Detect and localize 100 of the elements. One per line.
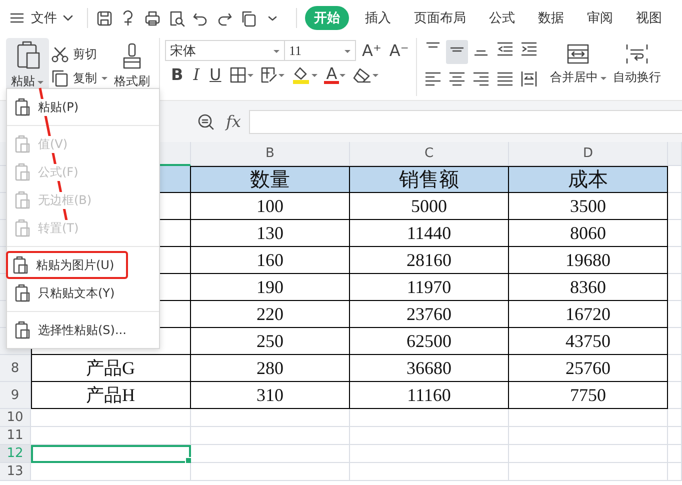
ribbon-tab[interactable]: 数据: [538, 6, 564, 30]
font-field[interactable]: 宋体: [165, 40, 285, 61]
table-cell: 19680: [509, 247, 668, 274]
indent-icon[interactable]: [520, 40, 538, 58]
align-left-icon[interactable]: [424, 70, 442, 88]
row-number[interactable]: 10: [0, 409, 31, 427]
menu-item[interactable]: 选择性粘贴(S)...: [8, 316, 156, 344]
grow-font-button[interactable]: A⁺: [360, 40, 384, 60]
table-cell: 28160: [350, 247, 509, 274]
menu-item[interactable]: 只粘贴文本(Y): [8, 279, 156, 307]
table-cell: 25760: [509, 355, 668, 382]
magnifier-icon[interactable]: [197, 112, 215, 130]
table-cell: 11160: [350, 382, 509, 409]
grid-cell: [668, 193, 682, 220]
clipboard-icon: [14, 40, 40, 70]
outdent-icon[interactable]: [496, 40, 514, 58]
menu-item[interactable]: 粘贴为图片(U): [6, 251, 128, 279]
caret-icon: [101, 74, 108, 82]
table-header-cell: 数量: [191, 166, 350, 193]
column-header[interactable]: D: [509, 142, 668, 166]
table-header-cell: 成本: [509, 166, 668, 193]
table-cell: 36680: [350, 355, 509, 382]
fill-handle[interactable]: [185, 457, 192, 464]
underline-button[interactable]: U: [208, 65, 224, 85]
print-preview-icon[interactable]: [168, 10, 185, 26]
grid-cell: [668, 355, 682, 382]
table-cell: 250: [191, 328, 350, 355]
table-header-cell: 销售额: [350, 166, 509, 193]
borders-icon[interactable]: [229, 66, 248, 84]
table-cell: 43750: [509, 328, 668, 355]
grid-cell: [668, 463, 682, 481]
grid-cell: [668, 301, 682, 328]
ribbon-tab[interactable]: 审阅: [587, 6, 613, 30]
formula-input-field[interactable]: [248, 110, 682, 134]
wrap-text-button[interactable]: 自动换行: [610, 38, 661, 86]
justify-icon[interactable]: [496, 70, 514, 88]
column-header[interactable]: B: [191, 142, 350, 166]
font-size-field[interactable]: 11: [284, 40, 356, 61]
caret-icon: [247, 71, 254, 79]
table-cell: 11440: [350, 220, 509, 247]
bold-button[interactable]: B: [169, 65, 186, 85]
paintbrush-icon: [121, 42, 143, 70]
clipboard-icon: [14, 135, 30, 153]
merge-center-button[interactable]: 合并居中: [546, 38, 611, 86]
column-header[interactable]: C: [350, 142, 509, 166]
grid-cell: [668, 382, 682, 409]
table-cell: 8360: [509, 274, 668, 301]
caret-icon: [278, 71, 286, 79]
row-number[interactable]: 9: [0, 382, 31, 409]
format-painter-button[interactable]: 格式刷: [110, 38, 154, 90]
table-cell: 220: [191, 301, 350, 328]
table-cell: 16720: [509, 301, 668, 328]
function-button[interactable]: fx: [226, 112, 241, 131]
menu-icon[interactable]: [10, 12, 24, 24]
cell-style-icon[interactable]: [260, 66, 278, 84]
clipboard-icon: [14, 321, 30, 339]
caret-icon: [339, 71, 346, 79]
eraser-icon[interactable]: [352, 66, 372, 84]
table-cell: 280: [191, 355, 350, 382]
ribbon-tab[interactable]: 公式: [489, 6, 515, 30]
row-number[interactable]: 11: [0, 427, 31, 445]
shrink-font-button[interactable]: A⁻: [387, 40, 411, 60]
table-cell: 160: [191, 247, 350, 274]
row-number[interactable]: 8: [0, 355, 31, 382]
distribute-icon[interactable]: [520, 70, 538, 88]
grid-cell: [668, 166, 682, 193]
font-color-button[interactable]: A: [324, 66, 340, 84]
grid-cell: [668, 445, 682, 463]
file-menu[interactable]: 文件: [31, 9, 57, 27]
copy-icon[interactable]: [240, 10, 257, 26]
table-cell: 310: [191, 382, 350, 409]
copy-button[interactable]: 复制: [51, 69, 108, 87]
table-cell: 23760: [350, 301, 509, 328]
table-cell: 62500: [350, 328, 509, 355]
grid-cell: [668, 328, 682, 355]
table-cell: 5000: [350, 193, 509, 220]
chevron-icon[interactable]: [63, 14, 73, 22]
row-number[interactable]: 13: [0, 463, 31, 481]
grid-cell: [668, 247, 682, 274]
grid-cell: [668, 274, 682, 301]
table-cell: 11970: [350, 274, 509, 301]
table-cell: 8060: [509, 220, 668, 247]
paste-button[interactable]: 粘贴: [6, 38, 49, 90]
scissors-icon: [51, 46, 69, 62]
print-icon[interactable]: [144, 10, 161, 26]
ribbon-tab[interactable]: 视图: [636, 6, 662, 30]
selected-cell[interactable]: [31, 445, 191, 463]
clipboard-icon: [14, 163, 30, 181]
save-icon[interactable]: [96, 10, 113, 26]
cut-button[interactable]: 剪切: [51, 46, 108, 63]
wrap-text-icon: [624, 42, 650, 66]
clipboard-icon: [14, 219, 30, 237]
ribbon-tab[interactable]: 页面布局: [414, 6, 466, 30]
menu-item[interactable]: 粘贴(P): [8, 93, 156, 121]
align-right-icon[interactable]: [472, 70, 490, 88]
fill-color-icon[interactable]: [291, 65, 312, 85]
italic-button[interactable]: I: [191, 65, 202, 85]
clipboard-icon: [12, 256, 28, 274]
ribbon-tab[interactable]: 插入: [365, 6, 391, 30]
align-center-icon[interactable]: [448, 70, 466, 88]
